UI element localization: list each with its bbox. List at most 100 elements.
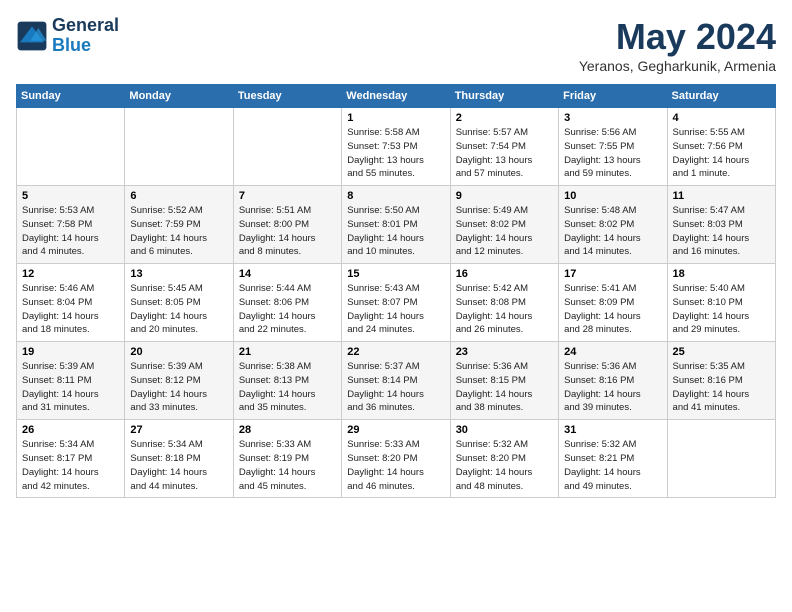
day-info: Sunrise: 5:57 AMSunset: 7:54 PMDaylight:… — [456, 126, 553, 181]
day-number: 4 — [673, 112, 770, 124]
day-number: 21 — [239, 346, 336, 358]
calendar-cell: 9 Sunrise: 5:49 AMSunset: 8:02 PMDaylight… — [450, 186, 558, 264]
col-sunday: Sunday — [17, 85, 125, 108]
calendar-cell: 6 Sunrise: 5:52 AMSunset: 7:59 PMDaylight… — [125, 186, 233, 264]
day-number: 9 — [456, 190, 553, 202]
calendar-cell: 29 Sunrise: 5:33 AMSunset: 8:20 PMDayligh… — [342, 420, 450, 498]
col-friday: Friday — [559, 85, 667, 108]
calendar-cell — [667, 420, 775, 498]
day-number: 1 — [347, 112, 444, 124]
day-info: Sunrise: 5:37 AMSunset: 8:14 PMDaylight:… — [347, 360, 444, 415]
day-number: 29 — [347, 424, 444, 436]
day-info: Sunrise: 5:32 AMSunset: 8:21 PMDaylight:… — [564, 438, 661, 493]
day-number: 14 — [239, 268, 336, 280]
day-number: 28 — [239, 424, 336, 436]
logo-line2: Blue — [52, 36, 119, 56]
calendar-cell: 7 Sunrise: 5:51 AMSunset: 8:00 PMDaylight… — [233, 186, 341, 264]
calendar-week-4: 19 Sunrise: 5:39 AMSunset: 8:11 PMDayligh… — [17, 342, 776, 420]
col-thursday: Thursday — [450, 85, 558, 108]
day-info: Sunrise: 5:38 AMSunset: 8:13 PMDaylight:… — [239, 360, 336, 415]
calendar-cell: 16Sunrise: 5:42 AMSunset: 8:08 PMDayligh… — [450, 264, 558, 342]
day-info: Sunrise: 5:51 AMSunset: 8:00 PMDaylight:… — [239, 204, 336, 259]
calendar-cell: 11 Sunrise: 5:47 AMSunset: 8:03 PMDayligh… — [667, 186, 775, 264]
calendar-cell: 18 Sunrise: 5:40 AMSunset: 8:10 PMDayligh… — [667, 264, 775, 342]
calendar-cell: 5 Sunrise: 5:53 AMSunset: 7:58 PMDaylight… — [17, 186, 125, 264]
calendar-week-1: 1 Sunrise: 5:58 AMSunset: 7:53 PMDaylight… — [17, 108, 776, 186]
day-info: Sunrise: 5:34 AMSunset: 8:17 PMDaylight:… — [22, 438, 119, 493]
day-number: 27 — [130, 424, 227, 436]
day-number: 19 — [22, 346, 119, 358]
calendar-location: Yeranos, Gegharkunik, Armenia — [579, 58, 776, 74]
calendar-cell: 4 Sunrise: 5:55 AMSunset: 7:56 PMDaylight… — [667, 108, 775, 186]
day-number: 23 — [456, 346, 553, 358]
day-info: Sunrise: 5:44 AMSunset: 8:06 PMDaylight:… — [239, 282, 336, 337]
day-number: 13 — [130, 268, 227, 280]
day-info: Sunrise: 5:33 AMSunset: 8:19 PMDaylight:… — [239, 438, 336, 493]
calendar-cell: 2Sunrise: 5:57 AMSunset: 7:54 PMDaylight… — [450, 108, 558, 186]
calendar-table: Sunday Monday Tuesday Wednesday Thursday… — [16, 84, 776, 498]
day-info: Sunrise: 5:48 AMSunset: 8:02 PMDaylight:… — [564, 204, 661, 259]
col-tuesday: Tuesday — [233, 85, 341, 108]
day-info: Sunrise: 5:55 AMSunset: 7:56 PMDaylight:… — [673, 126, 770, 181]
calendar-cell: 17Sunrise: 5:41 AMSunset: 8:09 PMDayligh… — [559, 264, 667, 342]
day-number: 18 — [673, 268, 770, 280]
day-number: 5 — [22, 190, 119, 202]
calendar-cell — [17, 108, 125, 186]
calendar-cell: 30Sunrise: 5:32 AMSunset: 8:20 PMDayligh… — [450, 420, 558, 498]
calendar-week-2: 5 Sunrise: 5:53 AMSunset: 7:58 PMDaylight… — [17, 186, 776, 264]
day-number: 26 — [22, 424, 119, 436]
logo-icon — [16, 20, 48, 52]
day-info: Sunrise: 5:43 AMSunset: 8:07 PMDaylight:… — [347, 282, 444, 337]
col-monday: Monday — [125, 85, 233, 108]
calendar-cell: 14 Sunrise: 5:44 AMSunset: 8:06 PMDayligh… — [233, 264, 341, 342]
day-info: Sunrise: 5:42 AMSunset: 8:08 PMDaylight:… — [456, 282, 553, 337]
day-number: 20 — [130, 346, 227, 358]
day-info: Sunrise: 5:50 AMSunset: 8:01 PMDaylight:… — [347, 204, 444, 259]
col-wednesday: Wednesday — [342, 85, 450, 108]
day-info: Sunrise: 5:45 AMSunset: 8:05 PMDaylight:… — [130, 282, 227, 337]
day-info: Sunrise: 5:53 AMSunset: 7:58 PMDaylight:… — [22, 204, 119, 259]
day-number: 31 — [564, 424, 661, 436]
logo: General Blue — [16, 16, 119, 56]
calendar-cell — [125, 108, 233, 186]
day-info: Sunrise: 5:32 AMSunset: 8:20 PMDaylight:… — [456, 438, 553, 493]
day-number: 8 — [347, 190, 444, 202]
calendar-title: May 2024 — [579, 16, 776, 58]
day-number: 12 — [22, 268, 119, 280]
logo-line1: General — [52, 16, 119, 36]
day-info: Sunrise: 5:40 AMSunset: 8:10 PMDaylight:… — [673, 282, 770, 337]
calendar-cell: 23Sunrise: 5:36 AMSunset: 8:15 PMDayligh… — [450, 342, 558, 420]
col-saturday: Saturday — [667, 85, 775, 108]
calendar-header-row: Sunday Monday Tuesday Wednesday Thursday… — [17, 85, 776, 108]
calendar-cell: 20Sunrise: 5:39 AMSunset: 8:12 PMDayligh… — [125, 342, 233, 420]
calendar-cell — [233, 108, 341, 186]
calendar-cell: 3Sunrise: 5:56 AMSunset: 7:55 PMDaylight… — [559, 108, 667, 186]
calendar-cell: 10 Sunrise: 5:48 AMSunset: 8:02 PMDayligh… — [559, 186, 667, 264]
calendar-cell: 13 Sunrise: 5:45 AMSunset: 8:05 PMDayligh… — [125, 264, 233, 342]
day-number: 7 — [239, 190, 336, 202]
calendar-cell: 12Sunrise: 5:46 AMSunset: 8:04 PMDayligh… — [17, 264, 125, 342]
day-info: Sunrise: 5:36 AMSunset: 8:16 PMDaylight:… — [564, 360, 661, 415]
day-number: 22 — [347, 346, 444, 358]
calendar-cell: 1 Sunrise: 5:58 AMSunset: 7:53 PMDaylight… — [342, 108, 450, 186]
day-info: Sunrise: 5:33 AMSunset: 8:20 PMDaylight:… — [347, 438, 444, 493]
calendar-cell: 22 Sunrise: 5:37 AMSunset: 8:14 PMDayligh… — [342, 342, 450, 420]
calendar-cell: 28 Sunrise: 5:33 AMSunset: 8:19 PMDayligh… — [233, 420, 341, 498]
day-info: Sunrise: 5:34 AMSunset: 8:18 PMDaylight:… — [130, 438, 227, 493]
day-number: 10 — [564, 190, 661, 202]
day-number: 25 — [673, 346, 770, 358]
day-info: Sunrise: 5:41 AMSunset: 8:09 PMDaylight:… — [564, 282, 661, 337]
day-number: 6 — [130, 190, 227, 202]
calendar-cell: 19 Sunrise: 5:39 AMSunset: 8:11 PMDayligh… — [17, 342, 125, 420]
day-info: Sunrise: 5:35 AMSunset: 8:16 PMDaylight:… — [673, 360, 770, 415]
calendar-cell: 25 Sunrise: 5:35 AMSunset: 8:16 PMDayligh… — [667, 342, 775, 420]
day-info: Sunrise: 5:47 AMSunset: 8:03 PMDaylight:… — [673, 204, 770, 259]
day-info: Sunrise: 5:52 AMSunset: 7:59 PMDaylight:… — [130, 204, 227, 259]
calendar-cell: 31 Sunrise: 5:32 AMSunset: 8:21 PMDayligh… — [559, 420, 667, 498]
day-info: Sunrise: 5:49 AMSunset: 8:02 PMDaylight:… — [456, 204, 553, 259]
calendar-week-3: 12Sunrise: 5:46 AMSunset: 8:04 PMDayligh… — [17, 264, 776, 342]
day-info: Sunrise: 5:39 AMSunset: 8:11 PMDaylight:… — [22, 360, 119, 415]
day-info: Sunrise: 5:58 AMSunset: 7:53 PMDaylight:… — [347, 126, 444, 181]
calendar-cell: 27 Sunrise: 5:34 AMSunset: 8:18 PMDayligh… — [125, 420, 233, 498]
day-number: 11 — [673, 190, 770, 202]
